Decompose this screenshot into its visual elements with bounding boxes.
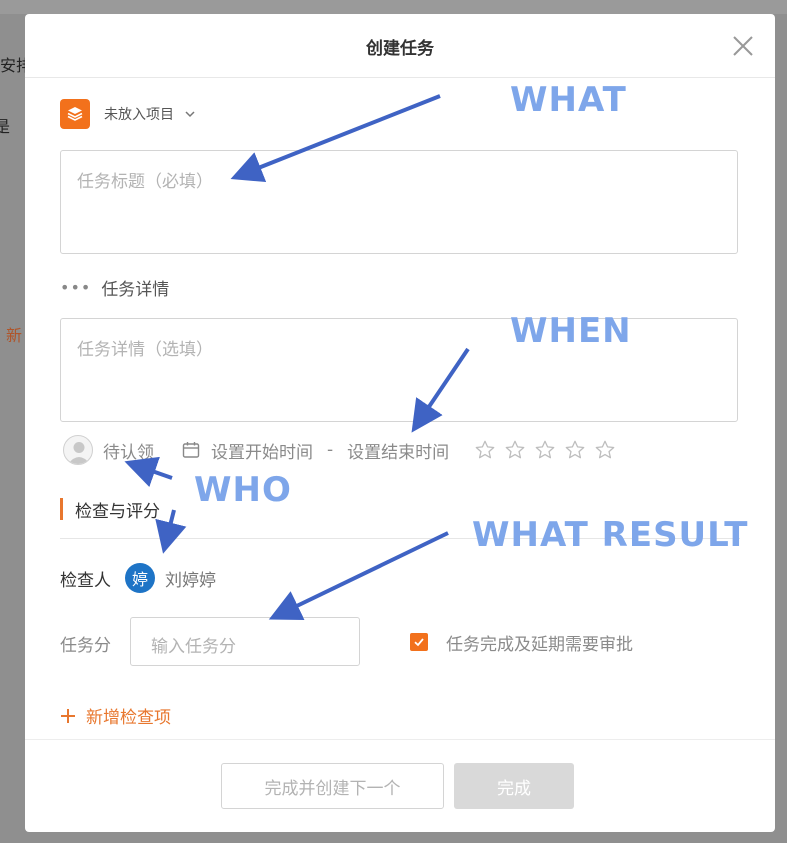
- save-and-next-button[interactable]: 完成并创建下一个: [221, 763, 444, 809]
- star-icon[interactable]: [504, 439, 526, 461]
- task-title-input[interactable]: 任务标题（必填）: [60, 150, 738, 254]
- task-details-placeholder: 任务详情（选填）: [77, 340, 213, 360]
- annotation-who: WHO: [194, 470, 292, 510]
- section-accent-bar: [60, 498, 63, 520]
- score-placeholder: 输入任务分: [151, 637, 236, 657]
- project-selector[interactable]: 未放入项目: [60, 99, 196, 129]
- star-icon[interactable]: [474, 439, 496, 461]
- watermark: 知乎 @雀书: [642, 802, 771, 827]
- check-icon: [414, 638, 424, 647]
- project-label: 未放入项目: [104, 107, 174, 123]
- backdrop-text-2: 是: [0, 117, 11, 136]
- annotation-when: WHEN: [510, 311, 632, 351]
- start-time-button[interactable]: 设置开始时间: [211, 438, 313, 463]
- approval-checkbox[interactable]: [410, 633, 428, 651]
- review-section-heading: 检查与评分: [60, 498, 160, 522]
- checker-name[interactable]: 刘婷婷: [165, 566, 216, 591]
- chevron-down-icon: [185, 111, 195, 118]
- checker-label: 检查人: [60, 570, 111, 591]
- checker-row: 检查人 婷 刘婷婷: [60, 563, 216, 593]
- star-icon[interactable]: [534, 439, 556, 461]
- plus-icon: [61, 708, 75, 723]
- star-icon[interactable]: [564, 439, 586, 461]
- score-input[interactable]: 输入任务分: [130, 617, 360, 666]
- task-details-input[interactable]: 任务详情（选填）: [60, 318, 738, 422]
- review-section-title: 检查与评分: [75, 501, 160, 522]
- checker-avatar[interactable]: 婷: [125, 563, 155, 593]
- star-icon[interactable]: [594, 439, 616, 461]
- annotation-what-result: WHAT RESULT: [472, 515, 749, 555]
- backdrop-top-bar: [0, 0, 787, 14]
- task-details-toggle[interactable]: ••• 任务详情: [60, 275, 169, 300]
- assignee-label[interactable]: 待认领: [103, 438, 154, 463]
- task-title-placeholder: 任务标题（必填）: [77, 172, 213, 192]
- backdrop-text-3: 新: [6, 326, 23, 345]
- done-button[interactable]: 完成: [454, 763, 574, 809]
- score-label: 任务分: [60, 636, 111, 656]
- task-details-label: 任务详情: [101, 280, 170, 300]
- close-icon[interactable]: [731, 34, 755, 58]
- time-separator: -: [327, 440, 334, 460]
- more-dots-icon: •••: [60, 278, 92, 297]
- approval-option[interactable]: 任务完成及延期需要审批: [410, 631, 633, 655]
- create-task-dialog: 创建任务 未放入项目 任务标题（必填） ••• 任务详情 任务详情（选填） 待认…: [25, 14, 775, 832]
- footer-divider: [25, 739, 775, 740]
- calendar-icon: [182, 442, 200, 458]
- layers-icon: [60, 99, 90, 129]
- add-check-item-label: 新增检查项: [86, 708, 171, 728]
- user-icon: [68, 442, 90, 464]
- end-time-button[interactable]: 设置结束时间: [347, 438, 449, 463]
- annotation-what: WHAT: [510, 80, 627, 120]
- approval-label: 任务完成及延期需要审批: [446, 634, 633, 655]
- task-meta-row: 待认领 设置开始时间 - 设置结束时间: [63, 434, 624, 466]
- assignee-avatar[interactable]: [63, 435, 93, 465]
- dialog-header: 创建任务: [25, 14, 775, 78]
- add-check-item-button[interactable]: 新增检查项: [60, 703, 171, 728]
- dialog-title: 创建任务: [366, 39, 434, 59]
- priority-rating[interactable]: [474, 439, 624, 461]
